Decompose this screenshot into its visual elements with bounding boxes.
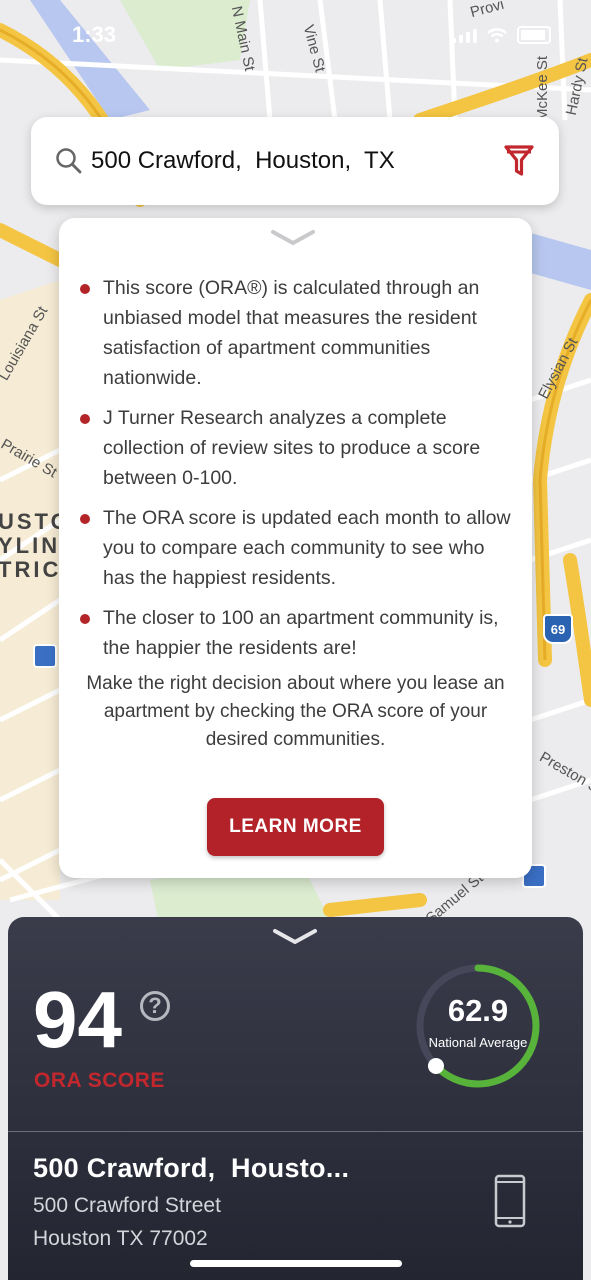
ora-score-value: 94: [33, 975, 122, 1064]
phone-icon[interactable]: [494, 1174, 526, 1228]
status-time: 1:33: [72, 22, 117, 47]
info-paragraph: Make the right decision about where you …: [86, 673, 505, 750]
national-average-label: National Average: [428, 1035, 528, 1050]
search-bar[interactable]: 500 Crawford, Houston, TX: [31, 117, 559, 205]
info-bullet-list: This score (ORA®) is calculated through …: [77, 273, 517, 673]
chevron-down-icon[interactable]: [270, 228, 316, 248]
divider: [8, 1131, 583, 1132]
status-bar: 1:33: [0, 0, 591, 70]
transit-icon: [33, 644, 57, 668]
signal-icon: [452, 27, 477, 43]
ora-info-card: This score (ORA®) is calculated through …: [59, 218, 532, 878]
battery-icon: [517, 26, 551, 44]
filter-icon[interactable]: [503, 143, 535, 179]
info-bullet: The closer to 100 an apartment community…: [77, 603, 517, 663]
score-panel: 94 ? ORA SCORE 62.9 National Average 500…: [8, 917, 583, 1280]
address-line-2: Houston TX 77002: [33, 1227, 208, 1250]
learn-more-button[interactable]: LEARN MORE: [207, 798, 384, 856]
home-indicator[interactable]: [190, 1260, 402, 1267]
national-average-value: 62.9: [447, 993, 509, 1028]
search-icon[interactable]: [55, 147, 83, 175]
highway-shield: 69: [543, 614, 573, 644]
wifi-icon: [487, 28, 507, 43]
info-bullet: J Turner Research analyzes a complete co…: [77, 403, 517, 493]
help-icon[interactable]: ?: [140, 991, 170, 1021]
info-bullet: The ORA score is updated each month to a…: [77, 503, 517, 593]
property-title[interactable]: 500 Crawford, Housto...: [33, 1153, 349, 1184]
address-line-1: 500 Crawford Street: [33, 1194, 221, 1217]
search-input[interactable]: 500 Crawford, Houston, TX: [91, 147, 395, 175]
info-bullet: This score (ORA®) is calculated through …: [77, 273, 517, 393]
chevron-down-icon[interactable]: [272, 927, 318, 947]
ora-score-label: ORA SCORE: [34, 1069, 165, 1092]
